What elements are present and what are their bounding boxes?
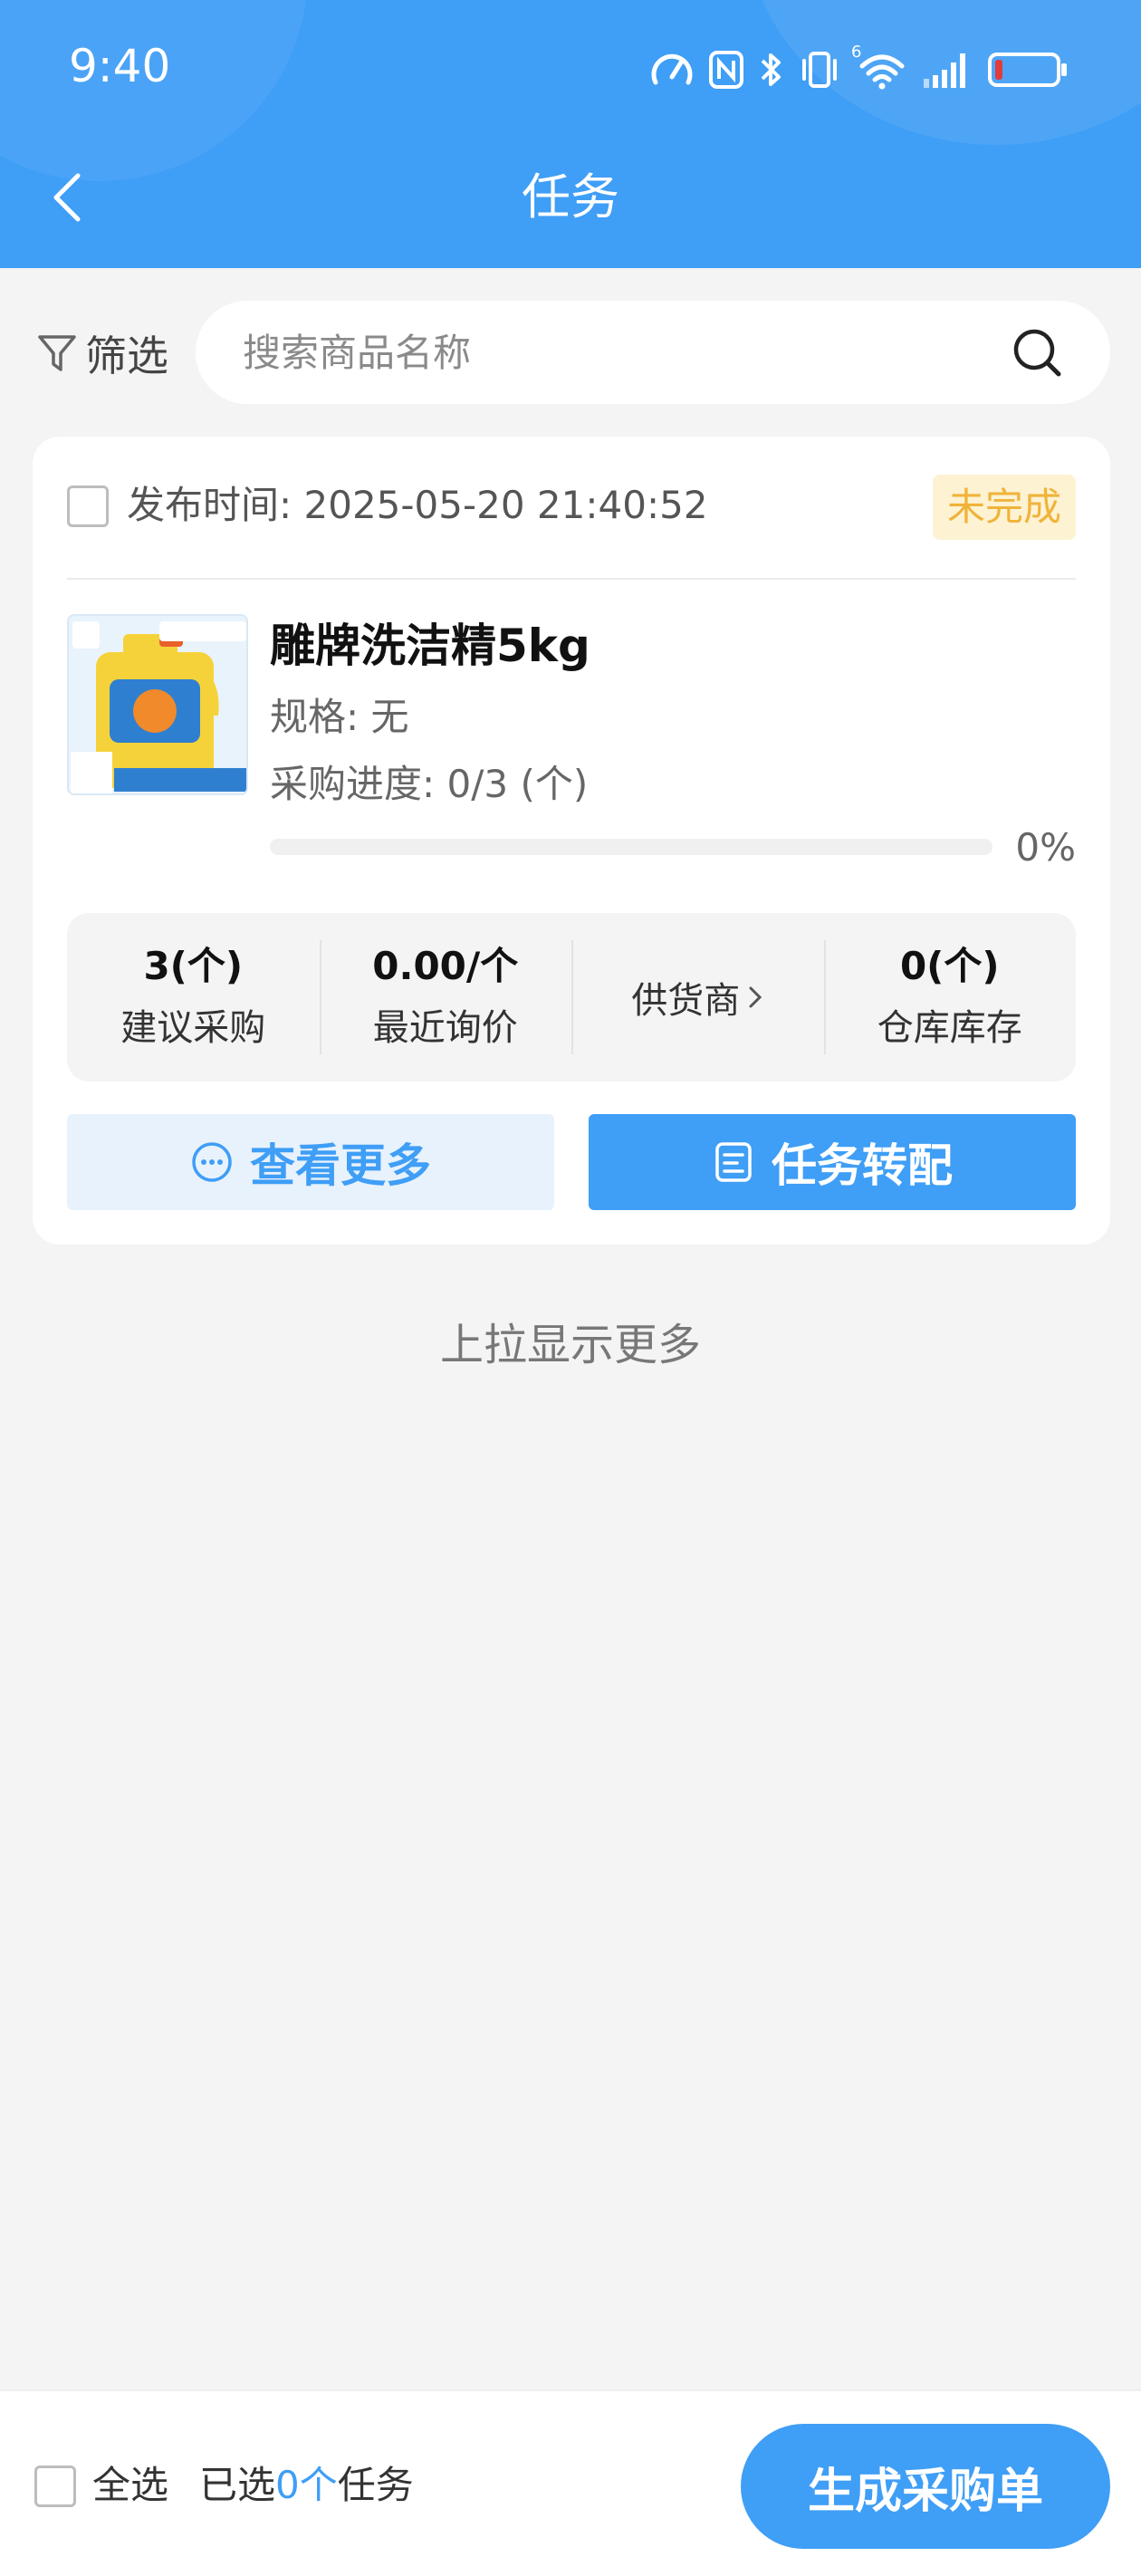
reassign-label: 任务转配 [772,1139,953,1192]
progress-percent: 0% [1015,825,1076,870]
product-image[interactable] [67,614,248,795]
stat-label: 最近询价 [372,1007,518,1049]
selected-count-text: 已选0个任务 [199,2458,414,2513]
vibrate-icon [802,52,837,88]
selected-suffix: 任务 [337,2463,414,2507]
bottom-action-bar: 全选 已选0个任务 生成采购单 [0,2389,1141,2576]
generate-purchase-order-button[interactable]: 生成采购单 [741,2424,1110,2549]
task-checkbox[interactable] [67,485,109,527]
wifi-badge: 6 [851,43,862,62]
load-more-hint: 上拉显示更多 [439,1320,701,1370]
wifi-icon: 6 [851,43,907,90]
purchase-progress-text: 采购进度: 0/3 (个) [270,762,589,806]
speed-icon [651,53,693,85]
status-icons: 6 [650,43,1069,92]
publish-time: 发布时间: 2025-05-20 21:40:52 [127,483,708,527]
document-icon [715,1142,752,1182]
divider [67,578,1076,580]
stat-label: 仓库库存 [877,1007,1022,1049]
battery-icon [988,53,1067,87]
nfc-icon [709,51,743,89]
stat-value: 0(个) [899,944,1000,988]
bluetooth-icon [761,53,781,86]
product-spec: 规格: 无 [270,695,409,739]
view-more-button[interactable]: 查看更多 [67,1114,554,1210]
page-title: 任务 [522,168,619,226]
filter-icon [38,335,76,371]
view-more-label: 查看更多 [250,1139,431,1192]
search-input[interactable] [243,322,985,382]
supplier-link[interactable]: 供货商 [571,913,824,1081]
search-icon[interactable] [1011,326,1063,379]
select-all-label[interactable]: 全选 [92,2458,168,2513]
progress-bar [270,839,992,855]
stat-value: 3(个) [143,944,244,988]
filter-button[interactable]: 筛选 [36,321,168,386]
detergent-bottle-image [69,616,246,793]
search-bar[interactable] [196,301,1110,404]
task-card: 发布时间: 2025-05-20 21:40:52 未完成 雕牌洗洁精5kg 规… [33,437,1110,1245]
stats-panel: 3(个) 建议采购 0.00/个 最近询价 供货商 0(个) 仓库库存 [67,913,1076,1081]
selected-count: 0个 [275,2463,338,2507]
stat-value: 0.00/个 [372,944,519,988]
stat-suggested-purchase: 3(个) 建议采购 [67,913,320,1081]
status-time: 9:40 [69,40,171,92]
chevron-right-icon [749,986,762,1008]
stat-label: 建议采购 [120,1007,266,1049]
stat-warehouse-stock: 0(个) 仓库库存 [823,913,1077,1081]
supplier-label: 供货商 [631,980,741,1022]
select-all-checkbox[interactable] [34,2465,76,2507]
more-circle-icon [192,1142,232,1182]
status-badge: 未完成 [932,475,1076,540]
stat-recent-price: 0.00/个 最近询价 [319,913,572,1081]
filter-label: 筛选 [85,332,168,380]
reassign-button[interactable]: 任务转配 [589,1114,1076,1210]
signal-icon [924,53,965,88]
product-name: 雕牌洗洁精5kg [270,620,590,672]
header-bar: 9:40 6 任务 [0,0,1141,268]
selected-prefix: 已选 [199,2463,276,2507]
